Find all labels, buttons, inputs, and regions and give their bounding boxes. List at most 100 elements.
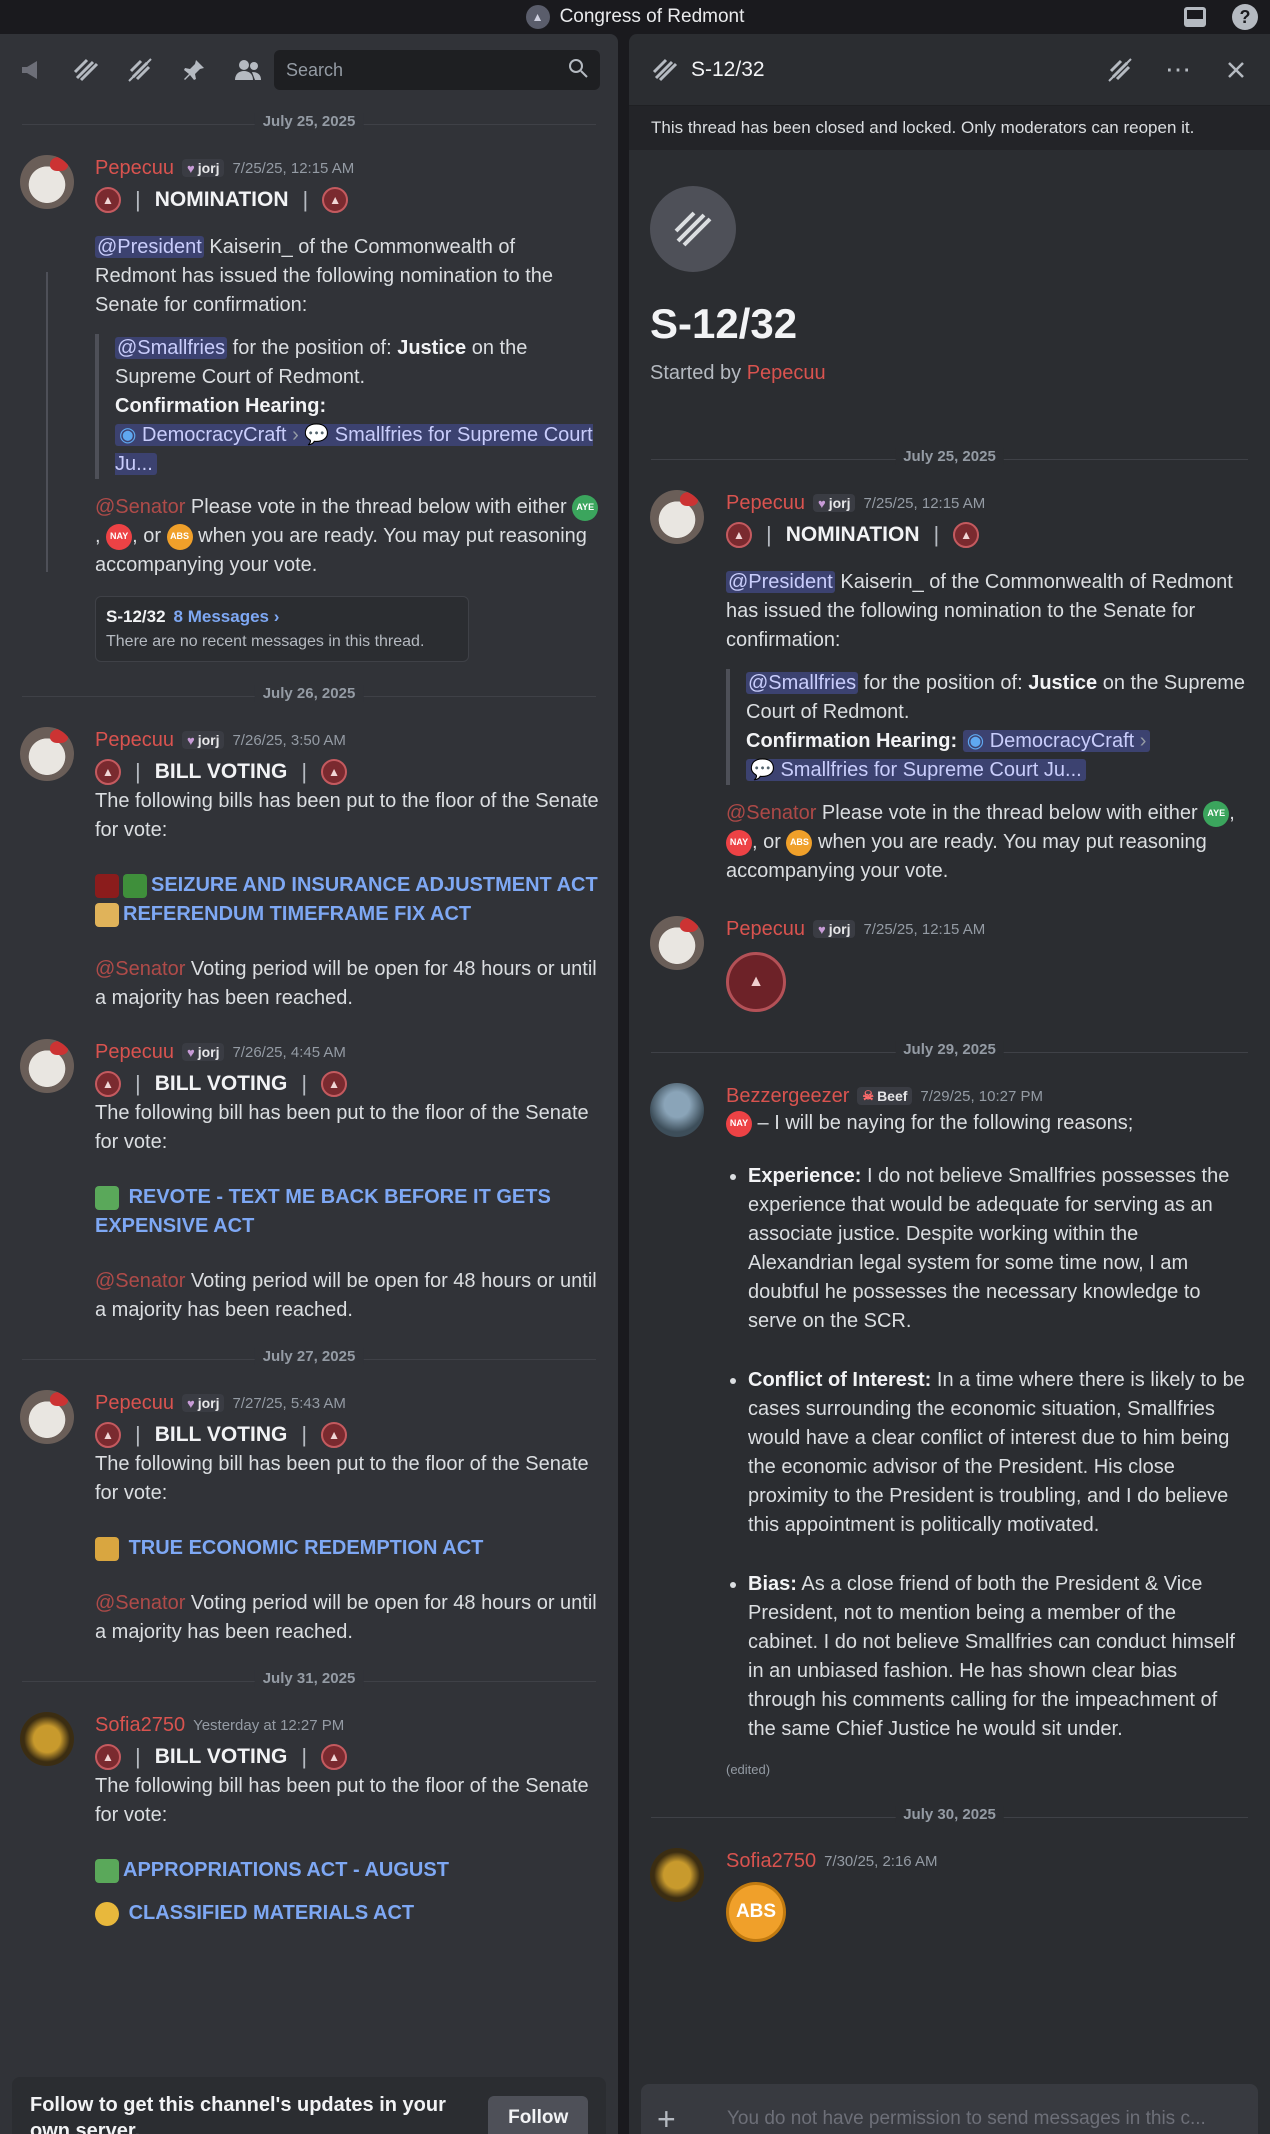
message: Pepecuu ♥ jorj 7/26/25, 4:45 AM ▲ | BILL …	[0, 1039, 618, 1325]
role-tag[interactable]: ♥ jorj	[181, 731, 225, 749]
announcement-icon[interactable]	[18, 56, 46, 84]
timestamp: 7/26/25, 3:50 AM	[232, 731, 346, 749]
timestamp: 7/30/25, 2:16 AM	[824, 1852, 938, 1870]
message: Sofia2750 7/30/25, 2:16 AM ABS	[629, 1848, 1270, 1942]
thread-preview-card[interactable]: S-12/32 8 Messages › There are no recent …	[95, 596, 469, 662]
thread-name[interactable]: S-12/32	[106, 607, 166, 626]
threads-icon[interactable]	[72, 56, 100, 84]
timestamp: 7/25/25, 12:15 AM	[863, 494, 986, 512]
heart-icon: ♥	[817, 495, 826, 511]
bill-link[interactable]: TRUE ECONOMIC REDEMPTION ACT	[129, 1537, 484, 1559]
avatar[interactable]	[20, 155, 74, 209]
capitol-seal-sticker-icon: ▲	[726, 952, 786, 1012]
add-attachment-icon[interactable]: +	[657, 2101, 697, 2134]
role-tag[interactable]: ♥ jorj	[812, 494, 856, 512]
role-tag[interactable]: ♥ jorj	[181, 1043, 225, 1061]
money-emoji-icon	[123, 873, 147, 898]
bill-link[interactable]: CLASSIFIED MATERIALS ACT	[129, 1902, 415, 1924]
bill-link[interactable]: SEIZURE AND INSURANCE ADJUSTMENT ACT	[151, 874, 598, 896]
mention-senator[interactable]: @Senator	[95, 1592, 185, 1614]
username[interactable]: Pepecuu	[747, 362, 826, 384]
thread-status: There are no recent messages in this thr…	[106, 633, 425, 650]
window-title: Congress of Redmont	[559, 6, 745, 27]
role-tag[interactable]: ♥ jorj	[812, 920, 856, 938]
banner-title: NOMINATION	[785, 523, 920, 546]
mention-senator[interactable]: @Senator	[95, 1270, 185, 1292]
mention-smallfries[interactable]: @Smallfries	[115, 337, 228, 359]
channel-link[interactable]: ◉ DemocracyCraft › 💬 Smallfries for Supr…	[115, 424, 593, 475]
username[interactable]: Sofia2750	[95, 1714, 185, 1737]
message: Bezzergeezer ☠ Beef 7/29/25, 10:27 PM NAY…	[629, 1083, 1270, 1777]
list-item: Conflict of Interest: In a time where th…	[748, 1366, 1246, 1540]
more-options-icon[interactable]: ⋯	[1164, 54, 1192, 84]
avatar[interactable]	[20, 1712, 74, 1766]
username[interactable]: Pepecuu	[95, 729, 174, 752]
capitol-seal-icon: ▲	[321, 759, 348, 785]
capitol-seal-icon: ▲	[95, 1744, 121, 1770]
server-icon: ▲	[525, 5, 550, 29]
heart-icon: ♥	[817, 921, 826, 937]
thread-message-count[interactable]: 8 Messages ›	[174, 607, 280, 626]
username[interactable]: Pepecuu	[95, 1041, 174, 1064]
quote-block: @Smallfries for the position of: Justice…	[726, 669, 1246, 785]
username[interactable]: Pepecuu	[726, 492, 805, 515]
avatar[interactable]	[20, 1390, 74, 1444]
members-icon[interactable]	[234, 56, 262, 84]
nay-icon: NAY	[106, 523, 133, 550]
search-box[interactable]	[274, 50, 600, 90]
bill-link[interactable]: APPROPRIATIONS ACT - AUGUST	[123, 1859, 449, 1881]
role-tag[interactable]: ♥ jorj	[181, 1394, 225, 1412]
mention-president[interactable]: @President	[726, 571, 835, 593]
thread-link[interactable]: 💬 Smallfries for Supreme Court Ju...	[746, 759, 1086, 781]
role-tag[interactable]: ♥ jorj	[181, 159, 225, 177]
message-body: The following bills has been put to the …	[95, 790, 599, 841]
message-input[interactable]	[727, 2108, 1237, 2130]
bill-link[interactable]: REFERENDUM TIMEFRAME FIX ACT	[123, 903, 471, 925]
avatar[interactable]	[20, 1039, 74, 1093]
capitol-seal-icon: ▲	[953, 522, 980, 548]
message: Sofia2750 Yesterday at 12:27 PM ▲ | BILL…	[0, 1712, 618, 1928]
avatar[interactable]	[650, 1083, 704, 1137]
inbox-icon[interactable]	[1182, 4, 1208, 30]
banner-title: BILL VOTING	[154, 1745, 288, 1768]
username[interactable]: Pepecuu	[726, 918, 805, 941]
mention-senator[interactable]: @Senator	[95, 958, 185, 980]
username[interactable]: Bezzergeezer	[726, 1085, 849, 1108]
timestamp: 7/25/25, 12:15 AM	[232, 159, 355, 177]
nay-icon: NAY	[726, 829, 752, 856]
channel-link[interactable]: ◉ DemocracyCraft ›	[962, 730, 1151, 752]
aye-icon: AYE	[1203, 800, 1230, 827]
mention-senator[interactable]: @Senator	[726, 802, 816, 824]
message-body: @Senator Please vote in the thread below…	[95, 493, 600, 580]
mention-smallfries[interactable]: @Smallfries	[746, 672, 859, 694]
pin-icon[interactable]	[180, 56, 208, 84]
avatar[interactable]	[650, 1848, 704, 1902]
follow-button[interactable]: Follow	[488, 2096, 588, 2134]
notification-muted-icon[interactable]	[1106, 56, 1134, 84]
avatar[interactable]	[650, 916, 704, 970]
banner-title: BILL VOTING	[154, 760, 288, 783]
thread-title: S-12/32	[691, 57, 765, 81]
username[interactable]: Sofia2750	[726, 1850, 816, 1873]
notification-muted-icon[interactable]	[126, 56, 154, 84]
date-divider: July 25, 2025	[651, 448, 1248, 465]
capitol-seal-icon: ▲	[321, 1422, 348, 1448]
channel-pane: July 25, 2025 Pepecuu ♥jorj 7/25/25, 12:…	[0, 34, 618, 2134]
follow-text: Follow to get this channel's updates in …	[30, 2094, 446, 2134]
username[interactable]: Pepecuu	[95, 1392, 174, 1415]
avatar[interactable]	[20, 727, 74, 781]
nay-icon: NAY	[726, 1110, 752, 1137]
thread-hero-title: S-12/32	[650, 300, 798, 347]
close-icon[interactable]	[1222, 56, 1250, 84]
mention-president[interactable]: @President	[95, 236, 204, 258]
username[interactable]: Pepecuu	[95, 157, 174, 180]
role-tag[interactable]: ☠ Beef	[857, 1087, 913, 1105]
search-input[interactable]	[286, 59, 546, 81]
avatar[interactable]	[650, 490, 704, 544]
bill-link[interactable]: REVOTE - TEXT ME BACK BEFORE IT GETS EXP…	[95, 1186, 551, 1237]
mention-senator[interactable]: @Senator	[95, 496, 185, 518]
aye-icon: AYE	[572, 494, 599, 521]
help-icon[interactable]: ?	[1232, 4, 1258, 30]
capitol-seal-icon: ▲	[95, 759, 121, 785]
date-divider: July 27, 2025	[22, 1348, 596, 1365]
